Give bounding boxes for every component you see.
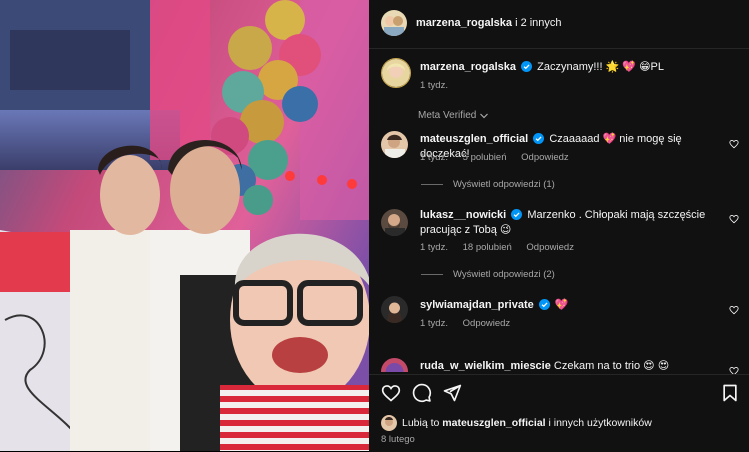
verified-badge-icon	[521, 61, 533, 72]
post-photo[interactable]	[0, 0, 369, 451]
post-header: marzena_rogalska i 2 innych	[369, 0, 749, 49]
divider	[421, 184, 443, 185]
comment-icon[interactable]	[412, 383, 432, 403]
comment-likes[interactable]: 18 polubień	[463, 242, 512, 253]
comment-avatar[interactable]	[381, 296, 408, 323]
chevron-down-icon	[480, 113, 489, 118]
comment-like-icon[interactable]	[729, 139, 739, 149]
comment-text: Czekam na to trio 😍 😍	[553, 360, 670, 372]
reply-button[interactable]: Odpowiedz	[521, 152, 569, 163]
comment-row: lukasz__nowicki Marzenko . Chłopaki mają…	[420, 208, 723, 238]
comment-avatar[interactable]	[381, 209, 408, 236]
header-others[interactable]: i 2 innych	[515, 17, 561, 29]
view-replies-label: Wyświetl odpowiedzi (1)	[453, 179, 555, 190]
comment-meta: 1 tydz. 18 polubień Odpowiedz	[420, 242, 586, 253]
comment-meta: 1 tydz. 5 polubień Odpowiedz	[420, 152, 581, 163]
comment-username[interactable]: ruda_w_wielkim_miescie	[420, 360, 551, 372]
heart-icon[interactable]	[381, 383, 401, 403]
comment-username[interactable]: sylwiamajdan_private	[420, 299, 534, 311]
comments-panel: marzena_rogalska i 2 innych marzena_roga…	[369, 0, 749, 452]
likes-prefix: Lubią to	[402, 417, 440, 429]
post-date[interactable]: 8 lutego	[381, 434, 427, 445]
likes-suffix[interactable]: i innych użytkowników	[549, 417, 652, 429]
reply-button[interactable]: Odpowiedz	[526, 242, 574, 253]
caption-row: marzena_rogalska Zaczynamy!!! 🌟 💖 😁PL	[420, 60, 723, 75]
comment-row: ruda_w_wielkim_miescie Czekam na to trio…	[420, 359, 723, 374]
comment-username[interactable]: mateuszglen_official	[420, 133, 528, 145]
author-avatar[interactable]	[381, 10, 407, 36]
comment-time[interactable]: 1 tydz.	[420, 318, 448, 329]
comment-meta: 1 tydz. Odpowiedz	[420, 318, 522, 329]
comment-row: sylwiamajdan_private 💖	[420, 298, 723, 313]
header-title: marzena_rogalska i 2 innych	[416, 17, 562, 29]
comment-avatar[interactable]	[381, 358, 408, 372]
comment-text: 💖	[554, 299, 569, 311]
comment-time[interactable]: 1 tydz.	[420, 152, 448, 163]
divider	[421, 274, 443, 275]
comment-likes[interactable]: 5 polubień	[463, 152, 507, 163]
meta-verified-toggle[interactable]: Meta Verified	[418, 110, 489, 121]
caption-time[interactable]: 1 tydz.	[420, 80, 448, 91]
header-username[interactable]: marzena_rogalska	[416, 17, 512, 29]
verified-badge-icon	[533, 133, 545, 144]
caption-avatar[interactable]	[381, 58, 411, 88]
reply-button[interactable]: Odpowiedz	[463, 318, 511, 329]
comment-time[interactable]: 1 tydz.	[420, 242, 448, 253]
comment-like-icon[interactable]	[729, 305, 739, 315]
post-image	[0, 0, 369, 451]
caption-meta: 1 tydz.	[420, 80, 460, 91]
comment-avatar[interactable]	[381, 131, 408, 158]
caption-text: Zaczynamy!!! 🌟 💖 😁PL	[537, 61, 665, 73]
likes-summary[interactable]: Lubią to mateuszglen_official i innych u…	[402, 417, 652, 429]
verified-badge-icon	[538, 299, 550, 310]
view-replies-label: Wyświetl odpowiedzi (2)	[453, 269, 555, 280]
verified-badge-icon	[511, 209, 523, 220]
view-replies-button[interactable]: Wyświetl odpowiedzi (1)	[421, 179, 555, 190]
post-date-label: 8 lutego	[381, 434, 415, 445]
share-icon[interactable]	[442, 383, 462, 403]
liker-avatar[interactable]	[381, 415, 397, 431]
caption-username[interactable]: marzena_rogalska	[420, 61, 516, 73]
meta-verified-label: Meta Verified	[418, 110, 477, 121]
view-replies-button[interactable]: Wyświetl odpowiedzi (2)	[421, 269, 555, 280]
comment-like-icon[interactable]	[729, 214, 739, 224]
bookmark-icon[interactable]	[720, 383, 740, 403]
likes-username[interactable]: mateuszglen_official	[442, 417, 545, 429]
comment-username[interactable]: lukasz__nowicki	[420, 209, 506, 221]
